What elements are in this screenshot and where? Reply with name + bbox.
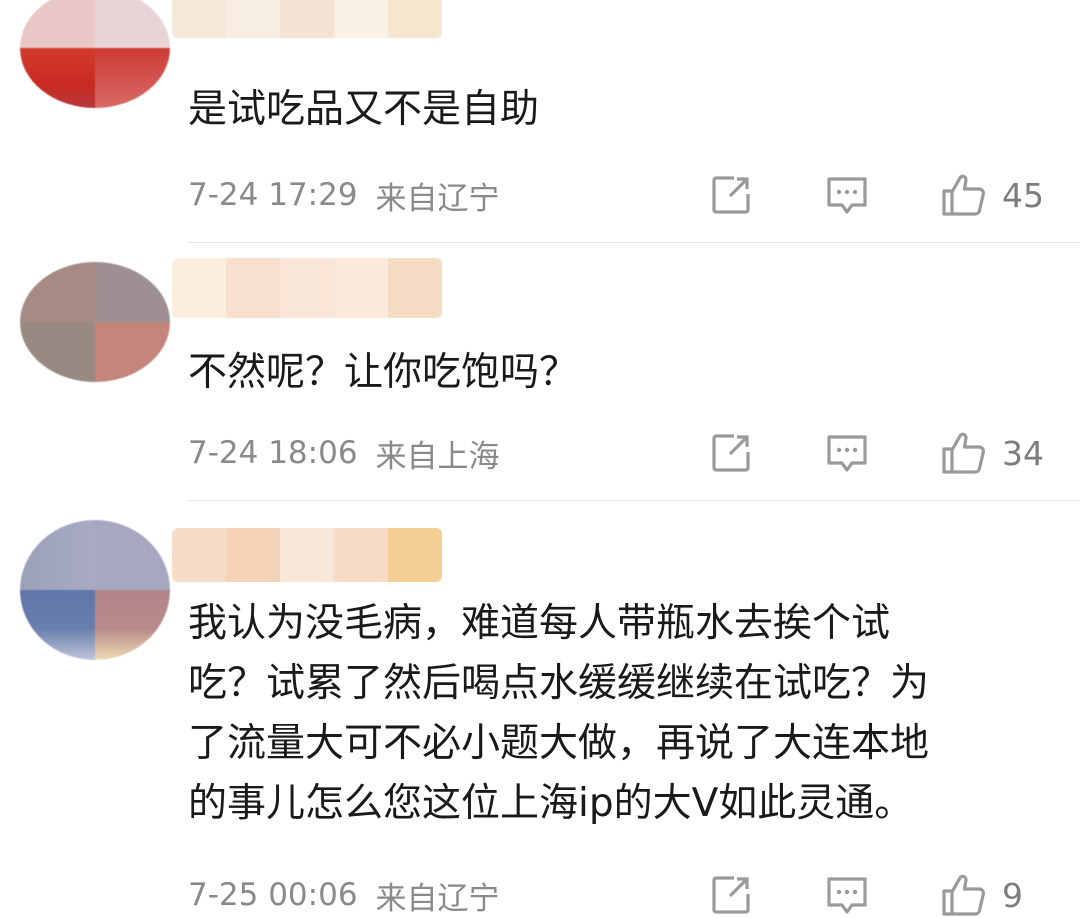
like-count: 45 <box>1002 175 1044 215</box>
comment-actions: 34 <box>708 430 1044 476</box>
comment-icon[interactable] <box>824 172 870 218</box>
comment-icon[interactable] <box>824 430 870 476</box>
thumbs-up-icon <box>940 430 986 476</box>
like-button[interactable]: 45 <box>940 172 1044 218</box>
comment-icon[interactable] <box>824 872 870 918</box>
comment-location: 来自上海 <box>375 438 500 475</box>
comment-time: 7-24 17:29 <box>188 177 358 213</box>
thumbs-up-icon <box>940 172 986 218</box>
thumbs-up-icon <box>940 872 986 918</box>
like-count: 9 <box>1002 875 1023 915</box>
divider <box>188 242 1080 243</box>
comment-text: 我认为没毛病，难道每人带瓶水去挨个试 吃？试累了然后喝点水缓缓继续在试吃？为 了… <box>188 601 930 826</box>
avatar[interactable] <box>20 520 170 660</box>
username-redacted[interactable] <box>172 528 442 582</box>
share-icon[interactable] <box>708 872 754 918</box>
share-icon[interactable] <box>708 430 754 476</box>
like-button[interactable]: 34 <box>940 430 1044 476</box>
comment-time: 7-24 18:06 <box>188 435 358 471</box>
username-redacted[interactable] <box>172 0 442 38</box>
comment-text: 是试吃品又不是自助 <box>188 87 540 132</box>
comment-actions: 9 <box>708 872 1044 918</box>
like-count: 34 <box>1002 433 1044 473</box>
divider <box>188 500 1080 501</box>
like-button[interactable]: 9 <box>940 872 1044 918</box>
comment-actions: 45 <box>708 172 1044 218</box>
comment-time: 7-25 00:06 <box>188 877 358 913</box>
username-redacted[interactable] <box>172 258 442 318</box>
comment-text: 不然呢？让你吃饱吗？ <box>188 350 579 395</box>
share-icon[interactable] <box>708 172 754 218</box>
comment-location: 来自辽宁 <box>375 180 500 217</box>
avatar[interactable] <box>20 0 170 108</box>
avatar[interactable] <box>20 262 170 382</box>
